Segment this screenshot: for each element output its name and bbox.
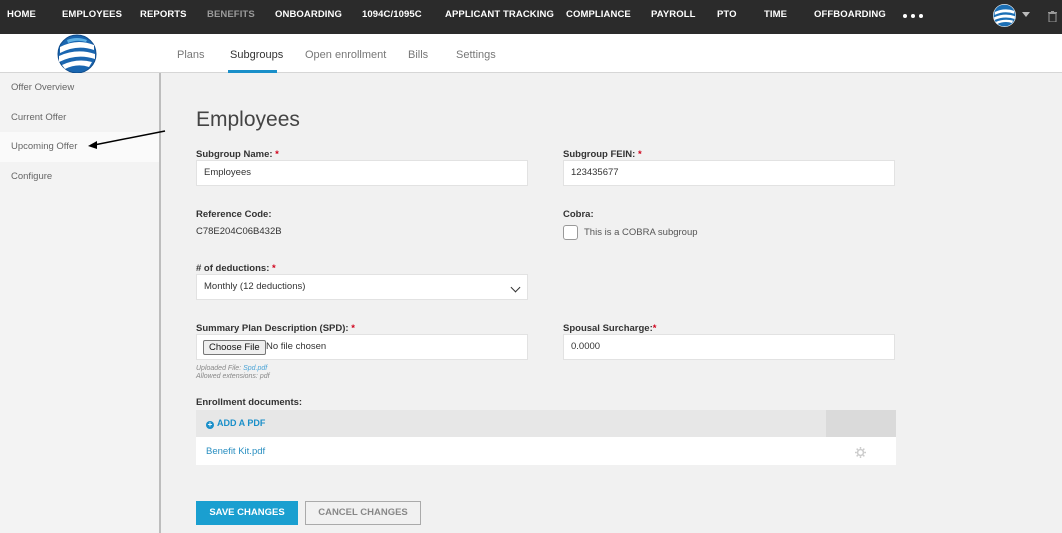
nav-payroll[interactable]: PAYROLL [651,0,696,34]
sidebar-item-upcoming-offer[interactable]: Upcoming Offer [0,132,159,162]
save-changes-button[interactable]: SAVE CHANGES [196,501,298,525]
choose-file-button[interactable]: Choose File [203,340,266,355]
subgroup-fein-input[interactable]: 123435677 [563,160,895,186]
sidebar-item-offer-overview[interactable]: Offer Overview [0,73,159,103]
gear-icon[interactable] [855,445,866,458]
top-navigation-bar: HOME EMPLOYEES REPORTS BENEFITS ONBOARDI… [0,0,1062,34]
deductions-selected-value: Monthly (12 deductions) [204,281,306,292]
tab-bills[interactable]: Bills [408,49,428,61]
tab-settings[interactable]: Settings [456,49,496,61]
allowed-extensions-note: Allowed extensions: pdf [196,373,270,380]
spousal-surcharge-input[interactable]: 0.0000 [563,334,895,360]
nav-benefits[interactable]: BENEFITS [207,0,255,34]
reference-code-value: C78E204C06B432B [196,226,282,237]
tab-open-enrollment[interactable]: Open enrollment [305,49,386,61]
deductions-select[interactable]: Monthly (12 deductions) [196,274,528,300]
subgroup-name-label: Subgroup Name: * [196,149,279,160]
nav-offboarding[interactable]: OFFBOARDING [814,0,886,34]
tab-plans[interactable]: Plans [177,49,205,61]
spd-label: Summary Plan Description (SPD): * [196,323,355,334]
enrollment-documents-label: Enrollment documents: [196,397,303,408]
sub-navigation-bar: Plans Subgroups Open enrollment Bills Se… [0,34,1062,74]
cobra-label: Cobra: [563,209,594,220]
main-content: Employees Subgroup Name: * Employees Sub… [163,73,1062,533]
deductions-label: # of deductions: * [196,263,276,274]
nav-employees[interactable]: EMPLOYEES [62,0,122,34]
uploaded-file-note: Uploaded File: Spd.pdf [196,365,268,372]
subgroup-name-input[interactable]: Employees [196,160,528,186]
nav-applicant-tracking[interactable]: APPLICANT TRACKING [445,0,554,34]
reference-code-label: Reference Code: [196,209,272,220]
chevron-down-icon [510,282,521,293]
nav-reports[interactable]: REPORTS [140,0,187,34]
sidebar: Offer Overview Current Offer Upcoming Of… [0,73,161,533]
spousal-surcharge-label: Spousal Surcharge:* [563,323,657,334]
company-logo [57,34,97,74]
add-pdf-button[interactable]: + ADD A PDF [206,418,265,429]
sidebar-item-current-offer[interactable]: Current Offer [0,103,159,133]
nav-home[interactable]: HOME [7,0,36,34]
more-menu-icon[interactable] [903,14,927,20]
cobra-checkbox[interactable] [563,225,578,240]
nav-compliance[interactable]: COMPLIANCE [566,0,631,34]
tab-subgroups[interactable]: Subgroups [230,49,283,61]
enrollment-documents-header: + ADD A PDF [196,410,896,437]
sidebar-item-configure[interactable]: Configure [0,162,159,192]
cobra-checkbox-label: This is a COBRA subgroup [584,227,698,238]
trash-icon[interactable] [1048,9,1057,23]
plus-circle-icon: + [206,420,214,429]
page-title: Employees [196,108,300,131]
document-link[interactable]: Benefit Kit.pdf [206,446,265,457]
subgroup-fein-label: Subgroup FEIN: * [563,149,642,160]
nav-pto[interactable]: PTO [717,0,737,34]
nav-time[interactable]: TIME [764,0,787,34]
no-file-chosen-text: No file chosen [266,341,327,352]
chevron-down-icon[interactable] [1022,12,1030,17]
cancel-changes-button[interactable]: CANCEL CHANGES [305,501,421,525]
uploaded-file-link[interactable]: Spd.pdf [243,365,267,372]
table-row: Benefit Kit.pdf [196,437,896,465]
user-avatar[interactable] [993,4,1016,27]
nav-1094c-1095c[interactable]: 1094C/1095C [362,0,422,34]
nav-onboarding[interactable]: ONBOARDING [275,0,342,34]
spd-file-input[interactable]: Choose File No file chosen [196,334,528,360]
